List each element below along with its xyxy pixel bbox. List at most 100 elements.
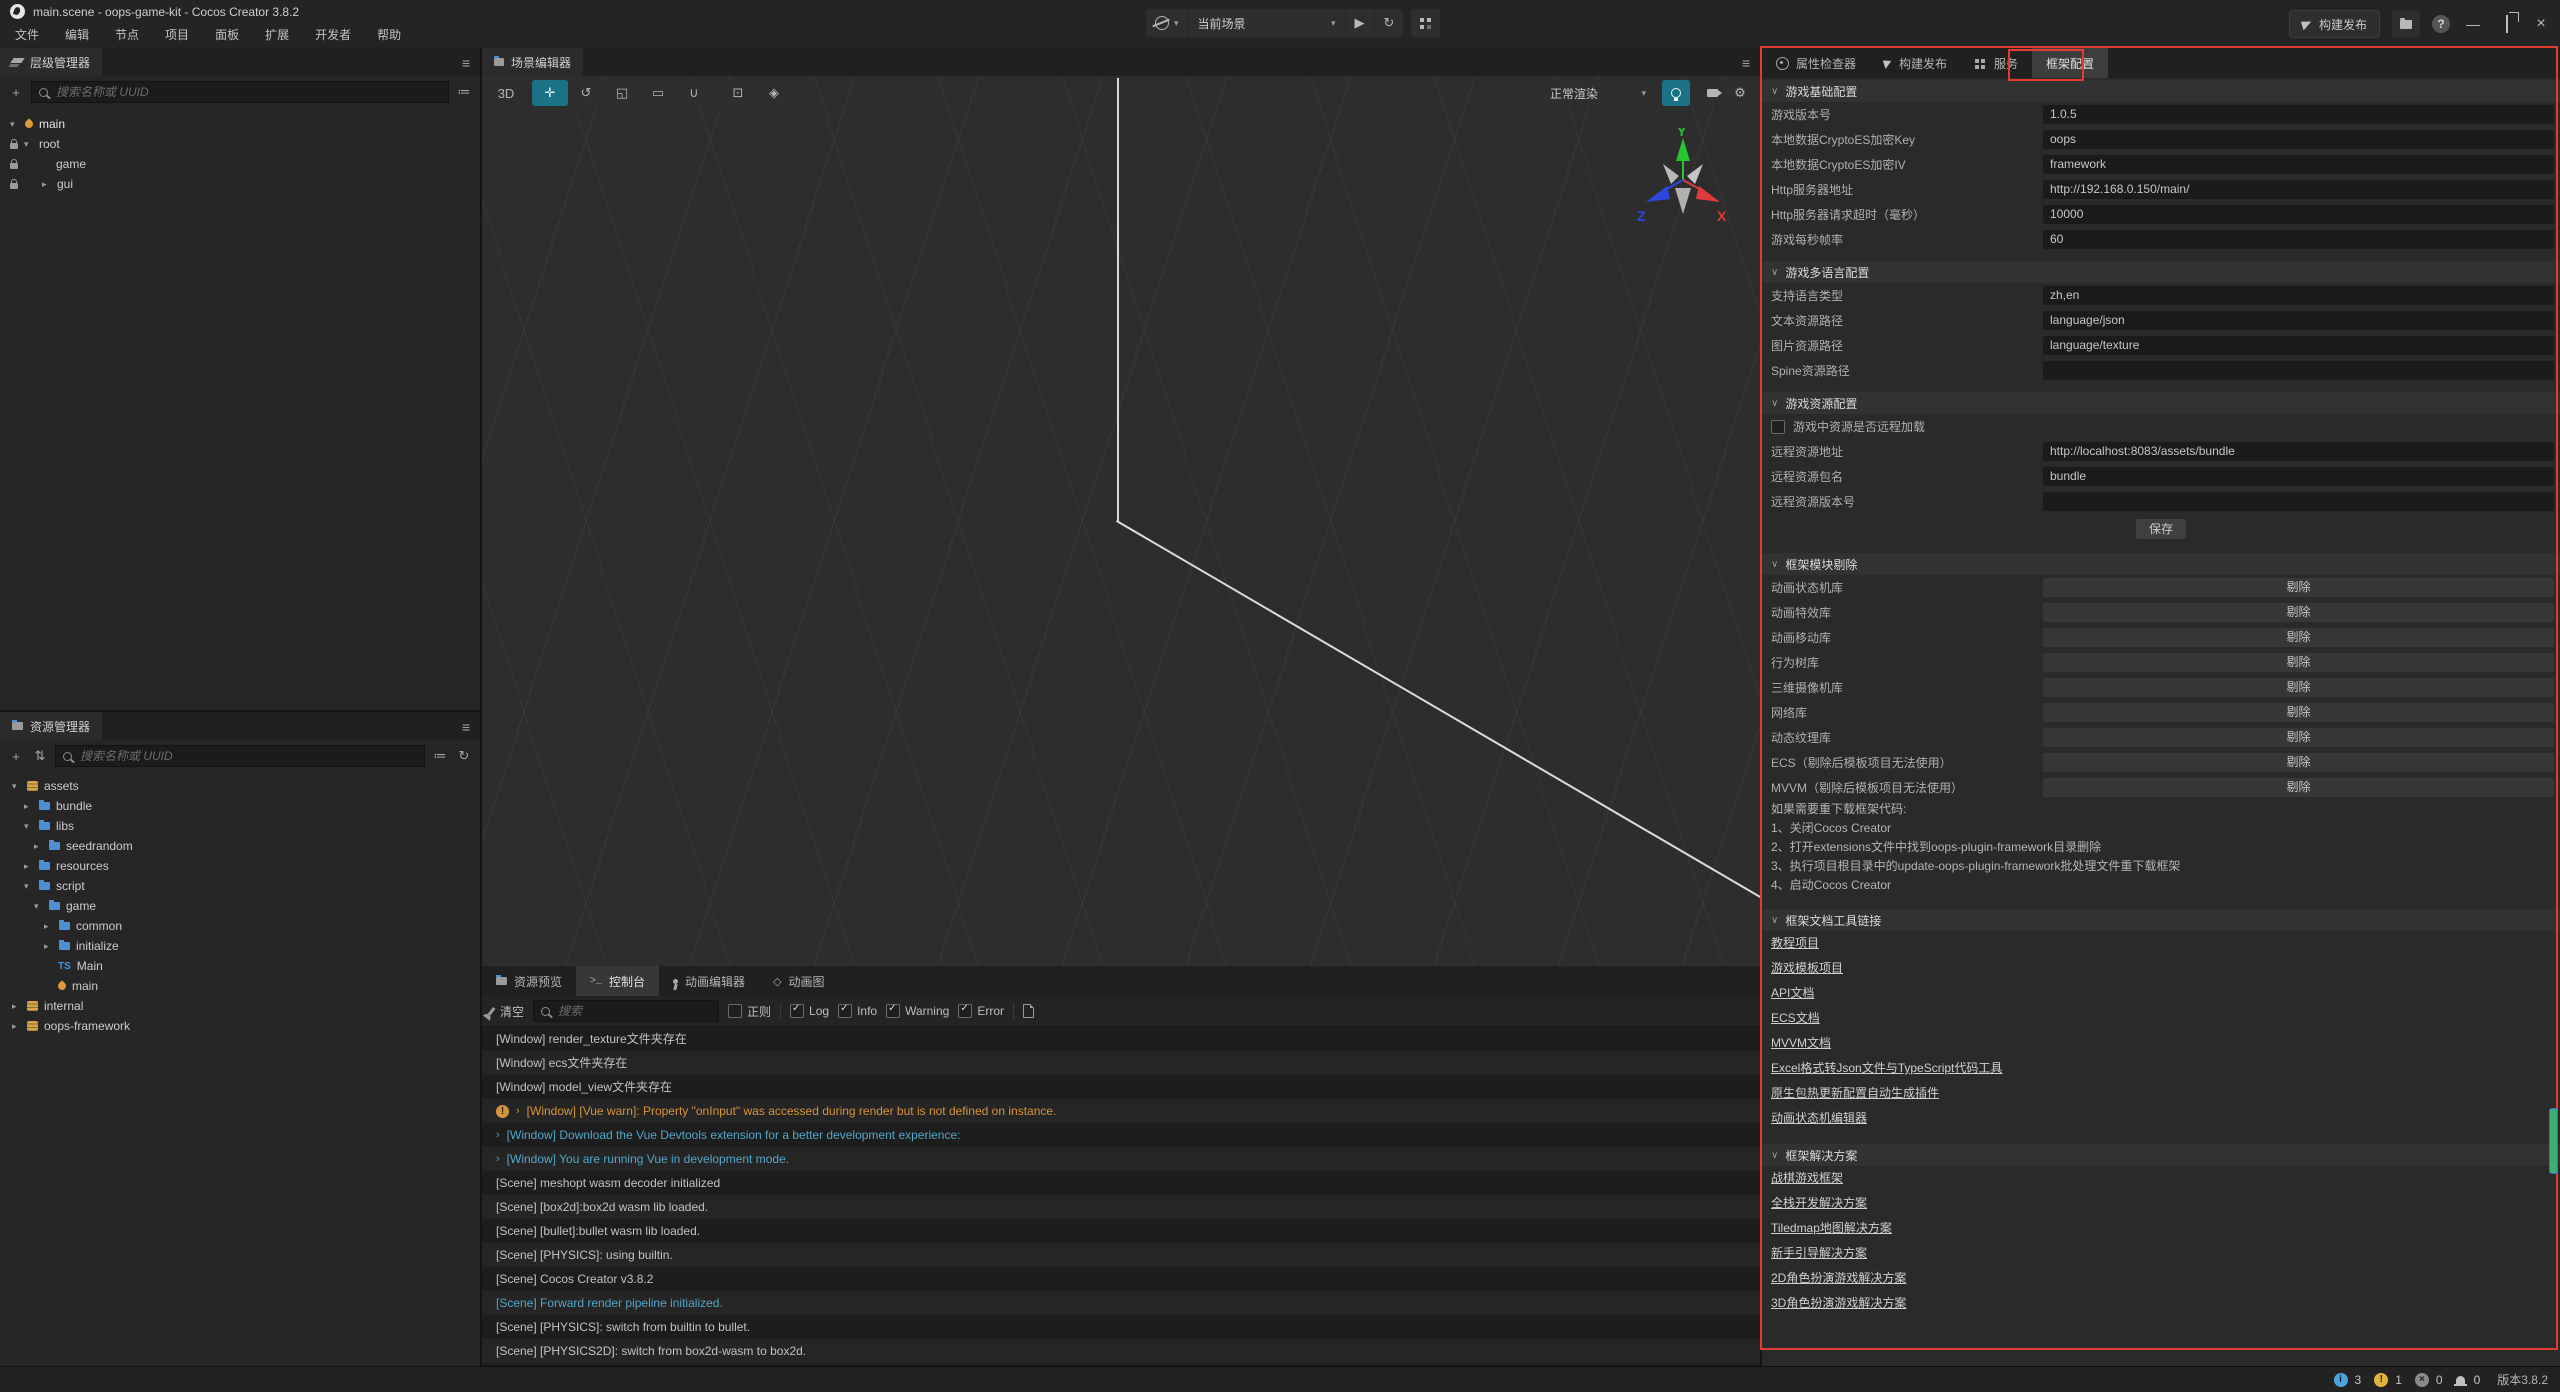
filter-info-checkbox[interactable]: Info — [838, 1004, 877, 1018]
mode-3d-button[interactable]: 3D — [488, 80, 524, 106]
open-project-folder-button[interactable] — [2392, 11, 2420, 37]
regex-checkbox[interactable]: 正则 — [728, 1003, 771, 1020]
scene-viewport[interactable]: Y X Z 3D ✛ ↺ ◱ ▭ ∪ ⊡ ◈ — [482, 76, 1760, 966]
move-tool-button[interactable]: ✛ — [532, 80, 568, 106]
section-doc-links[interactable]: ∨ 框架文档工具链接 — [1762, 909, 2560, 931]
chevron-right-icon[interactable]: ▸ — [12, 1021, 21, 1032]
link-tutorial-project[interactable]: 教程项目 — [1771, 931, 1819, 956]
sort-icon[interactable]: ⇅ — [31, 748, 49, 764]
bell-icon[interactable] — [2456, 1376, 2465, 1384]
assets-search-input[interactable] — [78, 748, 417, 764]
menu-node[interactable]: 节点 — [102, 24, 152, 47]
chevron-right-icon[interactable]: ▸ — [34, 841, 43, 852]
hierarchy-searchbox[interactable] — [31, 81, 449, 103]
checkbox-checked[interactable] — [886, 1004, 900, 1018]
remove-button[interactable]: 剔除 — [2043, 578, 2554, 597]
link-ecs-docs[interactable]: ECS文档 — [1771, 1006, 1820, 1031]
scene-selector[interactable]: 当前场景 ▾ — [1189, 9, 1346, 37]
preview-qr-button[interactable] — [1411, 9, 1440, 37]
asset-node-resources[interactable]: ▸ resources — [0, 856, 480, 876]
preview-platform-button[interactable]: ▾ — [1146, 9, 1189, 37]
asset-node-script[interactable]: ▾ script — [0, 876, 480, 896]
section-game-basic-config[interactable]: ∨ 游戏基础配置 — [1762, 80, 2560, 102]
inspector-scrollbar-thumb[interactable] — [2549, 1108, 2558, 1174]
warning-count-icon[interactable]: ! — [2374, 1373, 2388, 1387]
menu-extension[interactable]: 扩展 — [252, 24, 302, 47]
chevron-right-icon[interactable]: ▸ — [44, 921, 53, 932]
link-tiledmap-solution[interactable]: Tiledmap地图解决方案 — [1771, 1216, 1892, 1241]
remove-button[interactable]: 剔除 — [2043, 778, 2554, 797]
section-module-removal[interactable]: ∨ 框架模块剔除 — [1762, 553, 2560, 575]
checkbox-checked[interactable] — [838, 1004, 852, 1018]
info-count-icon[interactable]: i — [2334, 1373, 2348, 1387]
clear-console-button[interactable]: 清空 — [490, 1003, 524, 1020]
remove-button[interactable]: 剔除 — [2043, 653, 2554, 672]
expand-chevron-icon[interactable]: › — [496, 1147, 500, 1171]
field-input[interactable]: http://localhost:8083/assets/bundle — [2043, 442, 2554, 461]
menu-developer[interactable]: 开发者 — [302, 24, 364, 47]
tree-node-root[interactable]: ▾ root — [0, 134, 480, 154]
rotate-tool-button[interactable]: ↺ — [568, 80, 604, 106]
asset-node-bundle[interactable]: ▸ bundle — [0, 796, 480, 816]
scale-tool-button[interactable]: ◱ — [604, 80, 640, 106]
assets-searchbox[interactable] — [55, 745, 425, 767]
menu-file[interactable]: 文件 — [2, 24, 52, 47]
chevron-right-icon[interactable]: ▸ — [42, 179, 51, 190]
pivot-toggle-button[interactable]: ⊡ — [720, 80, 756, 106]
field-input[interactable]: oops — [2043, 130, 2554, 149]
close-button[interactable]: × — [2530, 15, 2552, 33]
play-button[interactable]: ▶ — [1346, 9, 1375, 37]
tab-property-inspector[interactable]: 属性检查器 — [1762, 48, 1870, 78]
menu-panel[interactable]: 面板 — [202, 24, 252, 47]
link-hotupdate-plugin[interactable]: 原生包热更新配置自动生成插件 — [1771, 1081, 1939, 1106]
link-template-project[interactable]: 游戏模板项目 — [1771, 956, 1843, 981]
assets-filter-icon[interactable]: ≔ — [431, 748, 449, 764]
help-button[interactable]: ? — [2432, 15, 2450, 33]
filter-error-checkbox[interactable]: Error — [958, 1004, 1004, 1018]
hierarchy-search-input[interactable] — [54, 84, 441, 100]
field-input[interactable]: framework — [2043, 155, 2554, 174]
create-asset-button[interactable]: + — [7, 749, 25, 764]
chevron-down-icon[interactable]: ▾ — [34, 901, 43, 912]
field-input[interactable]: 60 — [2043, 230, 2554, 249]
field-input[interactable] — [2043, 492, 2554, 511]
asset-node-assets[interactable]: ▾ assets — [0, 776, 480, 796]
link-wargame-framework[interactable]: 战棋游戏框架 — [1771, 1166, 1843, 1191]
field-input[interactable]: language/texture — [2043, 336, 2554, 355]
asset-node-common[interactable]: ▸ common — [0, 916, 480, 936]
hierarchy-menu-icon[interactable]: ≡ — [462, 55, 470, 71]
filter-log-checkbox[interactable]: Log — [790, 1004, 829, 1018]
scene-menu-icon[interactable]: ≡ — [1742, 55, 1750, 71]
asset-node-internal[interactable]: ▸ internal — [0, 996, 480, 1016]
tab-animation-editor[interactable]: 动画编辑器 — [659, 966, 759, 996]
field-input[interactable]: bundle — [2043, 467, 2554, 486]
section-resource-config[interactable]: ∨ 游戏资源配置 — [1762, 392, 2560, 414]
step-button[interactable]: ↻ — [1375, 9, 1404, 37]
checkbox-checked[interactable] — [790, 1004, 804, 1018]
refresh-icon[interactable]: ↻ — [455, 748, 473, 764]
rect-tool-button[interactable]: ▭ — [640, 80, 676, 106]
coordinate-toggle-button[interactable]: ◈ — [756, 80, 792, 106]
section-language-config[interactable]: ∨ 游戏多语言配置 — [1762, 261, 2560, 283]
remove-button[interactable]: 剔除 — [2043, 678, 2554, 697]
hierarchy-filter-icon[interactable]: ≔ — [455, 84, 473, 100]
expand-chevron-icon[interactable]: › — [516, 1099, 520, 1123]
checkbox-unchecked[interactable] — [728, 1004, 742, 1018]
create-node-button[interactable]: + — [7, 85, 25, 100]
checkbox-checked[interactable] — [958, 1004, 972, 1018]
restore-button[interactable] — [2496, 16, 2518, 32]
assets-menu-icon[interactable]: ≡ — [462, 719, 470, 735]
field-input[interactable]: language/json — [2043, 311, 2554, 330]
build-publish-button[interactable]: 构建发布 — [2289, 10, 2380, 38]
orientation-gizmo[interactable]: Y X Z — [1633, 128, 1733, 228]
tab-framework-config[interactable]: 框架配置 — [2032, 48, 2108, 78]
transform-tool-button[interactable]: ∪ — [676, 80, 712, 106]
camera-settings-button[interactable] — [1698, 80, 1726, 106]
field-input[interactable]: 10000 — [2043, 205, 2554, 224]
field-input[interactable]: zh,en — [2043, 286, 2554, 305]
tab-build-publish[interactable]: 构建发布 — [1870, 48, 1961, 78]
save-button[interactable]: 保存 — [2136, 519, 2186, 539]
link-3drpg-solution[interactable]: 3D角色扮演游戏解决方案 — [1771, 1291, 1906, 1316]
menu-edit[interactable]: 编辑 — [52, 24, 102, 47]
hierarchy-tab[interactable]: 层级管理器 — [0, 48, 102, 76]
